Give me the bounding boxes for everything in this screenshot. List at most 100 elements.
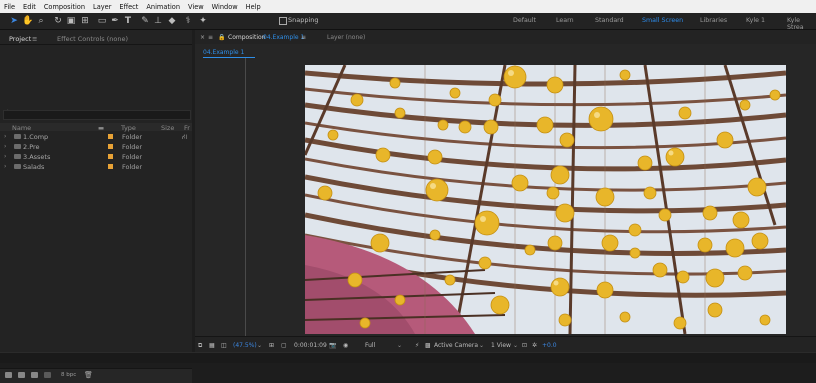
label-color-swatch[interactable] (108, 154, 113, 159)
tab-layer[interactable]: Layer (none) (327, 34, 365, 41)
guides-icon[interactable]: ▦ (209, 342, 215, 349)
mask-visibility-icon[interactable]: ◫ (221, 342, 227, 349)
rectangle-tool-icon[interactable]: ▭ (97, 16, 107, 26)
trash-icon[interactable]: 🗑 (84, 371, 93, 379)
folder-icon (14, 154, 21, 159)
label-color-swatch[interactable] (108, 144, 113, 149)
folder-icon (14, 134, 21, 139)
label-color-swatch[interactable] (108, 134, 113, 139)
list-item[interactable]: › 3.Assets Folder (0, 152, 192, 162)
tab-project[interactable]: Project (9, 35, 31, 43)
list-item[interactable]: › 2.Pre Folder (0, 142, 192, 152)
eraser-tool-icon[interactable]: ◆ (167, 16, 177, 26)
camera-tool-icon[interactable]: ▣ (66, 16, 76, 26)
menu-view[interactable]: View (184, 3, 208, 11)
folder-icon (14, 164, 21, 169)
transparency-grid-icon[interactable]: ▩ (425, 342, 431, 349)
chevron-right-icon[interactable]: › (4, 133, 6, 140)
composition-navigator: 04.Example 1 (195, 48, 816, 58)
viewer-tab[interactable]: 04.Example 1 (203, 49, 244, 56)
column-fr[interactable]: Fr (184, 124, 190, 132)
new-composition-icon[interactable] (31, 372, 38, 378)
type-tool-icon[interactable]: T (123, 16, 133, 26)
timecode[interactable]: 0:00:01:09 (294, 342, 327, 349)
chevron-right-icon[interactable]: › (4, 143, 6, 150)
camera-dropdown[interactable]: Active Camera (434, 342, 478, 349)
folder-icon (14, 144, 21, 149)
viewer-footer: ⧉ ▦ ◫ (47.5%) ⌄ ⊞ ▢ 0:00:01:09 📷 ◉ Full … (195, 336, 816, 353)
menu-composition[interactable]: Composition (40, 3, 89, 11)
column-size[interactable]: Size (161, 124, 174, 132)
chevron-down-icon[interactable]: ⌄ (513, 342, 518, 349)
workspace-small-screen[interactable]: Small Screen (642, 17, 683, 24)
menu-bar: File Edit Composition Layer Effect Animation V… (0, 0, 816, 13)
reset-exposure-icon[interactable]: ✲ (532, 342, 537, 349)
panel-menu-icon[interactable]: ≡ (32, 35, 37, 43)
magnification-dropdown[interactable]: (47.5%) (233, 342, 257, 349)
exposure-value[interactable]: +0.0 (542, 342, 557, 349)
selection-tool-icon[interactable]: ➤ (9, 16, 19, 26)
hand-tool-icon[interactable]: ✋ (22, 16, 33, 26)
puppet-pin-tool-icon[interactable]: ✦ (198, 16, 208, 26)
interpret-footage-icon[interactable] (5, 372, 12, 378)
menu-window[interactable]: Window (208, 3, 242, 11)
menu-animation[interactable]: Animation (142, 3, 184, 11)
column-name[interactable]: Name (12, 124, 31, 132)
clone-stamp-tool-icon[interactable]: ⊥ (153, 16, 163, 26)
pen-tool-icon[interactable]: ✒ (110, 16, 120, 26)
project-settings-icon[interactable] (44, 372, 51, 378)
timeline-bar (0, 352, 816, 363)
fast-preview-icon[interactable]: ⚡ (415, 342, 419, 349)
tab-effect-controls[interactable]: Effect Controls (none) (57, 35, 128, 43)
pan-behind-tool-icon[interactable]: ⊞ (80, 16, 90, 26)
chevron-right-icon[interactable]: › (4, 153, 6, 160)
snapping-checkbox[interactable] (279, 17, 287, 25)
menu-file[interactable]: File (0, 3, 19, 11)
workspace-libraries[interactable]: Libraries (700, 17, 727, 24)
guide-line (245, 58, 246, 336)
region-of-interest-icon[interactable]: ▢ (281, 342, 287, 349)
list-item[interactable]: › 1.Comp Folder (0, 132, 192, 142)
resolution-dropdown[interactable]: Full (365, 342, 375, 349)
close-icon[interactable]: × (200, 34, 205, 41)
label-column-icon: ▬ (98, 124, 105, 132)
snapping-label: Snapping (288, 16, 319, 24)
chevron-down-icon[interactable]: ⌄ (479, 342, 484, 349)
workspace-default[interactable]: Default (513, 17, 536, 24)
composition-panel: × ≡ 🔒 Composition 04.Example 1 ≡ Layer (… (195, 30, 816, 353)
grid-icon[interactable]: ⊞ (269, 342, 274, 349)
composition-image[interactable] (305, 65, 786, 334)
panel-menu-icon[interactable]: ≡ (208, 34, 213, 41)
menu-effect[interactable]: Effect (115, 3, 142, 11)
view-layout-dropdown[interactable]: 1 View (491, 342, 511, 349)
menu-help[interactable]: Help (242, 3, 265, 11)
panel-menu-icon[interactable]: ≡ (301, 34, 306, 41)
menu-layer[interactable]: Layer (89, 3, 115, 11)
toggle-pixel-aspect-icon[interactable]: ⊡ (522, 342, 527, 349)
list-item[interactable]: › Salads Folder (0, 162, 192, 172)
new-folder-icon[interactable] (18, 372, 25, 378)
rotate-tool-icon[interactable]: ↻ (53, 16, 63, 26)
zoom-tool-icon[interactable]: ⌕ (36, 16, 46, 26)
snapshot-icon[interactable]: 📷 (329, 342, 336, 349)
roto-brush-tool-icon[interactable]: ⚕ (183, 16, 193, 26)
column-type[interactable]: Type (121, 124, 136, 132)
bpc-label[interactable]: 8 bpc (61, 372, 76, 378)
project-footer: 8 bpc 🗑 (0, 368, 192, 383)
workspace-kyle-stream[interactable]: Kyle Strea (787, 17, 816, 31)
color-channel-icon[interactable]: ◉ (343, 342, 348, 349)
chevron-down-icon[interactable]: ⌄ (397, 342, 402, 349)
chevron-right-icon[interactable]: › (4, 163, 6, 170)
search-input[interactable] (3, 110, 191, 120)
always-preview-icon[interactable]: ⧉ (198, 342, 202, 350)
brush-tool-icon[interactable]: ✎ (140, 16, 150, 26)
label-color-swatch[interactable] (108, 164, 113, 169)
lock-icon[interactable]: 🔒 (218, 34, 225, 41)
workspace-standard[interactable]: Standard (595, 17, 624, 24)
workspace-kyle-1[interactable]: Kyle 1 (746, 17, 765, 24)
menu-edit[interactable]: Edit (19, 3, 40, 11)
chevron-down-icon[interactable]: ⌄ (257, 342, 262, 349)
composition-name[interactable]: 04.Example 1 (263, 34, 304, 41)
composition-viewer[interactable] (195, 58, 816, 336)
workspace-learn[interactable]: Learn (556, 17, 574, 24)
